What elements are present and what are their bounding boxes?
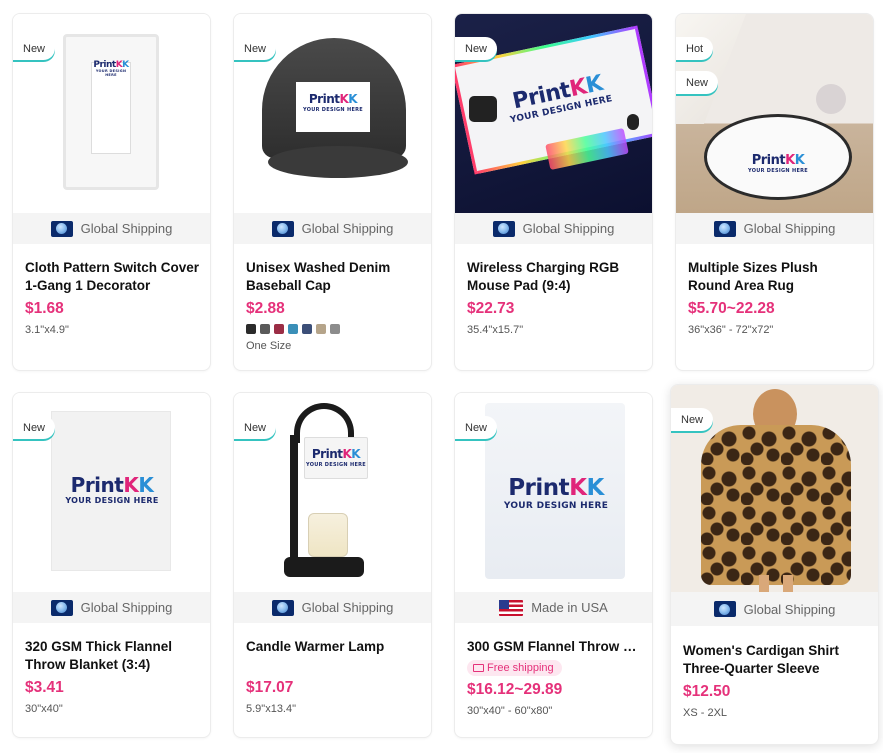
product-price: $2.88 [246,300,285,317]
new-badge: New [13,37,56,60]
shipping-bar: Global Shipping [234,592,431,623]
product-size: XS - 2XL [683,707,728,719]
product-title[interactable]: Wireless Charging RGB Mouse Pad (9:4) [467,259,642,295]
color-swatch[interactable] [260,324,270,334]
product-price: $3.41 [25,679,64,696]
product-title[interactable]: Candle Warmer Lamp [246,638,421,656]
globe-icon [50,220,73,237]
product-card[interactable]: PrintKK YOUR DESIGN HERE New Global Ship… [12,13,211,371]
globe-icon [713,601,736,617]
product-card[interactable]: PrintKK YOUR DESIGN HERE New Global Ship… [454,13,653,371]
product-size: 3.1"x4.9" [25,324,69,336]
product-card[interactable]: PrintKK YOUR DESIGN HERE New Global Ship… [233,13,432,371]
product-price: $17.07 [246,679,294,696]
product-grid: PrintKK YOUR DESIGN HERE New Global Ship… [0,0,883,753]
color-swatch[interactable] [330,324,340,334]
product-title[interactable]: Women's Cardigan Shirt Three-Quarter Sle… [683,642,868,678]
new-badge: New [676,71,719,94]
hot-badge: Hot [676,37,714,60]
product-size: One Size [246,340,292,352]
globe-icon [492,220,515,237]
product-title[interactable]: Cloth Pattern Switch Cover 1-Gang 1 Deco… [25,259,200,295]
product-card[interactable]: PrintKK YOUR DESIGN HERE New Made in USA… [454,392,653,738]
color-swatch[interactable] [246,324,256,334]
shipping-bar: Global Shipping [234,213,431,244]
shipping-bar: Made in USA [455,592,652,623]
product-card[interactable]: PrintKK YOUR DESIGN HERE New Global Ship… [233,392,432,738]
product-price: $1.68 [25,300,64,317]
new-badge: New [455,416,498,439]
color-swatch[interactable] [302,324,312,334]
product-size: 30"x40" - 60"x80" [467,705,553,717]
new-badge: New [455,37,498,60]
globe-icon [50,599,73,616]
shipping-bar: Global Shipping [676,213,873,244]
product-size: 36"x36" - 72"x72" [688,324,774,336]
product-card[interactable]: PrintKK YOUR DESIGN HERE Hot New Global … [675,13,874,371]
new-badge: New [234,37,277,60]
product-title[interactable]: Unisex Washed Denim Baseball Cap [246,259,421,295]
product-size: 35.4"x15.7" [467,324,524,336]
us-flag-icon [499,599,524,616]
shipping-bar: Global Shipping [13,213,210,244]
product-size: 30"x40" [25,703,63,715]
product-card[interactable]: New Global Shipping Women's Cardigan Shi… [670,384,879,745]
product-title[interactable]: Multiple Sizes Plush Round Area Rug [688,259,863,295]
new-badge: New [671,408,714,431]
shipping-bar: Global Shipping [455,213,652,244]
product-price: $22.73 [467,300,515,317]
free-shipping-badge: Free shipping [467,660,562,676]
shipping-bar: Global Shipping [671,592,878,626]
color-swatch[interactable] [274,324,284,334]
globe-icon [271,599,294,616]
product-price: $5.70~22.28 [688,300,775,317]
product-size: 5.9"x13.4" [246,703,297,715]
product-card[interactable]: PrintKK YOUR DESIGN HERE New Global Ship… [12,392,211,738]
product-title[interactable]: 300 GSM Flannel Throw B... [467,638,642,656]
truck-icon [473,664,484,672]
product-price: $12.50 [683,683,731,700]
color-swatch[interactable] [316,324,326,334]
new-badge: New [234,416,277,439]
product-price: $16.12~29.89 [467,681,563,698]
color-swatches [246,324,421,334]
shipping-bar: Global Shipping [13,592,210,623]
globe-icon [271,220,294,237]
color-swatch[interactable] [288,324,298,334]
new-badge: New [13,416,56,439]
product-title[interactable]: 320 GSM Thick Flannel Throw Blanket (3:4… [25,638,200,674]
globe-icon [713,220,736,237]
